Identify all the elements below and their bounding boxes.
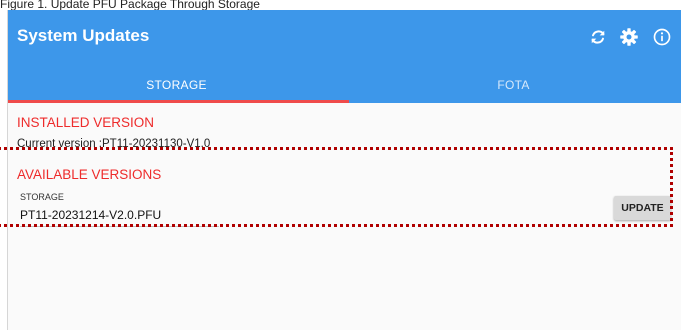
sync-icon[interactable] bbox=[586, 25, 610, 49]
installed-version-heading: INSTALLED VERSION bbox=[17, 115, 155, 130]
gear-icon[interactable] bbox=[617, 25, 641, 49]
current-version-text: Current version :PT11-20231130-V1.0 bbox=[17, 138, 211, 150]
pfu-file-field[interactable]: PT11-20231214-V2.0.PFU bbox=[20, 203, 219, 227]
app-bar: System Updates STORAGE FOTA bbox=[8, 10, 681, 103]
tab-storage[interactable]: STORAGE bbox=[8, 66, 345, 103]
available-versions-heading: AVAILABLE VERSIONS bbox=[17, 167, 162, 182]
storage-source-label: STORAGE bbox=[20, 192, 64, 202]
tab-fota[interactable]: FOTA bbox=[345, 66, 681, 103]
app-title: System Updates bbox=[17, 26, 150, 45]
info-icon[interactable] bbox=[650, 25, 674, 49]
update-button[interactable]: UPDATE bbox=[614, 196, 671, 220]
active-tab-indicator bbox=[8, 100, 349, 103]
app-window: System Updates STORAGE FOTA INSTALLED VE… bbox=[7, 10, 681, 330]
